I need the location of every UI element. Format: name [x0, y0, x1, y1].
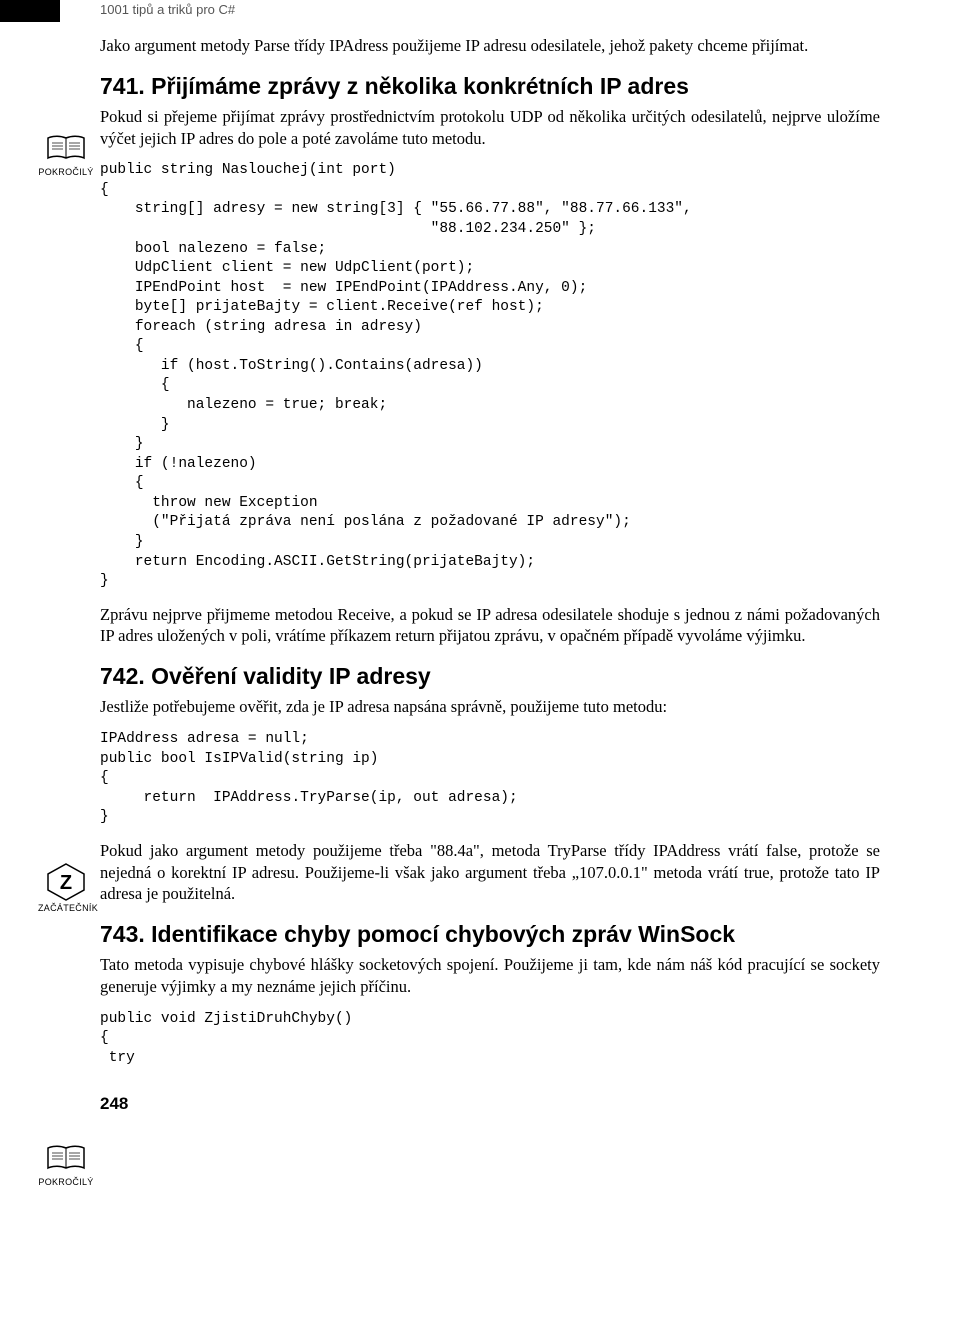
sec742-p2: Pokud jako argument metody použijeme tře… — [100, 840, 880, 905]
margin-icon-zacatecnik: Z ZAČÁTEČNÍK — [38, 862, 94, 913]
sec742-code: IPAddress adresa = null; public bool IsI… — [100, 730, 880, 828]
margin-icon-label: ZAČÁTEČNÍK — [38, 903, 94, 913]
margin-icon-label: POKROČILÝ — [38, 167, 94, 177]
sec742-p1: Jestliže potřebujeme ověřit, zda je IP a… — [100, 696, 880, 718]
sec741-p1: Pokud si přejeme přijímat zprávy prostře… — [100, 106, 880, 150]
z-badge-icon: Z — [44, 862, 88, 902]
sec743-code: public void ZjistiDruhChyby() { try — [100, 1010, 880, 1069]
sec741-code: public string Naslouchej(int port) { str… — [100, 161, 880, 591]
margin-icon-pokrocily: POKROČILÝ — [38, 1144, 94, 1187]
page-tab — [0, 0, 60, 22]
margin-icon-pokrocily: POKROČILÝ — [38, 134, 94, 177]
svg-text:Z: Z — [60, 872, 72, 894]
book-icon — [44, 134, 88, 166]
sec743-p1: Tato metoda vypisuje chybové hlášky sock… — [100, 954, 880, 998]
page-number: 248 — [100, 1094, 880, 1114]
heading-743: 743. Identifikace chyby pomocí chybových… — [100, 921, 880, 948]
sec741-p2: Zprávu nejprve přijmeme metodou Receive,… — [100, 604, 880, 648]
heading-741: 741. Přijímáme zprávy z několika konkrét… — [100, 73, 880, 100]
margin-icon-label: POKROČILÝ — [38, 1177, 94, 1187]
intro-paragraph: Jako argument metody Parse třídy IPAdres… — [100, 35, 880, 57]
book-icon — [44, 1144, 88, 1176]
running-head: 1001 tipů a triků pro C# — [100, 0, 880, 17]
heading-742: 742. Ověření validity IP adresy — [100, 663, 880, 690]
